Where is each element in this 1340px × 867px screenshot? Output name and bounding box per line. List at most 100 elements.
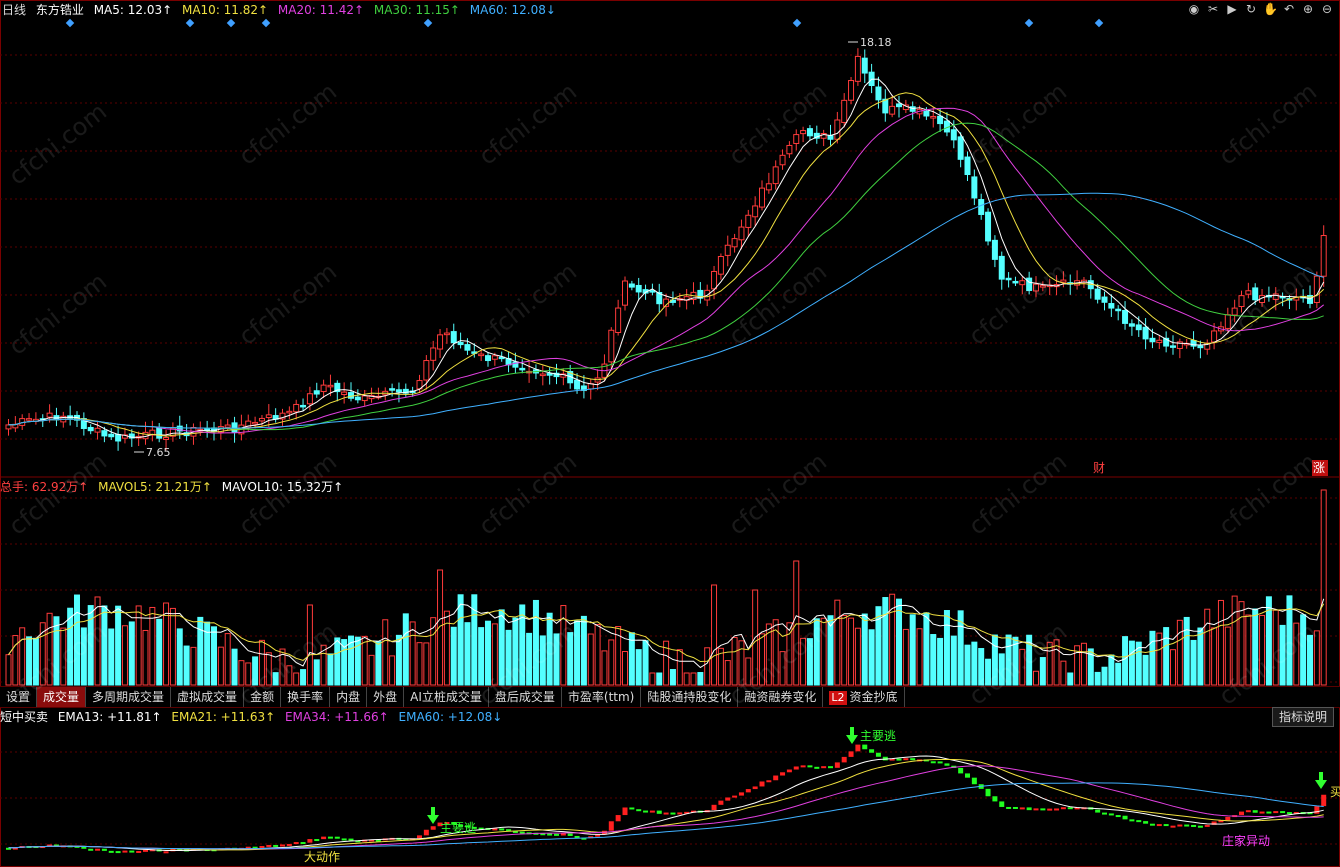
event-marker	[226, 18, 236, 28]
volume-bar	[416, 642, 423, 686]
indicator-bar	[615, 815, 621, 822]
tab-outer[interactable]: 外盘	[367, 687, 405, 707]
indicator-bar	[143, 849, 148, 852]
indicator-label: 主要逃	[860, 729, 896, 743]
candle	[293, 403, 300, 413]
candle	[163, 437, 170, 441]
indicator-bar	[937, 761, 943, 764]
volume-bar	[1197, 627, 1204, 686]
volume-bar	[217, 646, 224, 686]
indicator-bar	[766, 780, 772, 783]
volume-bar	[642, 640, 649, 686]
volume-bar	[183, 645, 190, 686]
volume-bar	[526, 632, 533, 686]
indicator-bar	[430, 826, 436, 830]
indicator-bar	[1184, 824, 1190, 827]
tab-margin-change[interactable]: 融资融券变化	[738, 687, 824, 707]
volume-bar	[32, 637, 39, 686]
candle	[313, 390, 320, 395]
indicator-label: 庄家异动	[1222, 833, 1270, 848]
tab-turnover[interactable]: 换手率	[281, 687, 331, 707]
candle	[896, 103, 902, 108]
candle	[5, 424, 12, 430]
candle	[574, 379, 581, 390]
indicator-bar	[821, 766, 827, 769]
volume-bar	[930, 634, 937, 686]
volume-bar	[1005, 634, 1012, 686]
high-price-label: 18.18	[860, 36, 892, 49]
volume-bar	[53, 616, 60, 686]
indicator-bar	[1191, 824, 1197, 827]
indicator-header: 短中买卖 EMA13: +11.81↑ EMA21: +11.63↑ EMA34…	[0, 708, 508, 726]
indicator-bar	[1019, 807, 1025, 810]
candle	[1231, 307, 1238, 316]
indicator-bar	[677, 812, 683, 815]
candle	[115, 433, 122, 442]
indicator-label: 大动作	[304, 850, 340, 864]
indicator-bar	[1129, 819, 1135, 822]
volume-bar	[464, 622, 471, 686]
chart-canvas[interactable]: 18.187.65财 涨主要逃主要逃大动作庄家异动买	[0, 0, 1340, 867]
indicator-bar	[992, 796, 998, 802]
tab-fund-bottom[interactable]: L2 资金抄底	[823, 687, 905, 707]
volume-bar	[841, 615, 848, 686]
tab-multi-period-volume[interactable]: 多周期成交量	[86, 687, 172, 707]
event-marker	[261, 18, 271, 28]
tab-northbound-holding[interactable]: 陆股通持股变化	[641, 687, 739, 707]
volume-bar	[601, 650, 608, 686]
indicator-bar	[554, 833, 559, 836]
indicator-bar	[745, 789, 751, 793]
indicator-bar	[663, 812, 669, 815]
tab-pe-ttm[interactable]: 市盈率(ttm)	[562, 687, 642, 707]
tab-inner[interactable]: 内盘	[330, 687, 368, 707]
candle	[101, 430, 108, 437]
volume-bar	[1170, 649, 1176, 686]
volume-bar	[361, 635, 368, 686]
volume-bar	[1039, 657, 1046, 686]
volume-bar	[1019, 648, 1026, 686]
indicator-bar	[1273, 811, 1279, 814]
volume-bar	[834, 599, 841, 686]
volume-bar	[87, 605, 94, 686]
volume-bar	[46, 612, 53, 686]
candle	[628, 283, 635, 288]
tab-amount[interactable]: 金额	[244, 687, 282, 707]
indicator-bar	[896, 758, 902, 761]
indicator-bar	[595, 834, 601, 837]
candle	[430, 347, 437, 361]
candle	[889, 105, 896, 115]
tab-settings[interactable]: 设置	[0, 687, 38, 707]
volume-bar	[882, 597, 889, 686]
indicator-bar	[1321, 794, 1327, 807]
mavol5-label: MAVOL5: 21.21万↑	[98, 480, 212, 494]
volume-bar	[806, 638, 813, 686]
indicator-bar	[814, 766, 820, 769]
volume-bar	[793, 560, 800, 686]
volume-bar	[1307, 634, 1313, 686]
candle	[793, 134, 800, 144]
volume-bar	[389, 655, 396, 686]
candle	[1252, 287, 1259, 301]
candle	[971, 176, 978, 199]
indicator-bar	[115, 851, 121, 854]
tab-virtual-volume[interactable]: 虚拟成交量	[171, 687, 245, 707]
tab-volume[interactable]: 成交量	[37, 687, 87, 707]
indicator-bar	[286, 843, 292, 846]
tab-ai-volume[interactable]: AI立桩成交量	[404, 687, 489, 707]
candle	[478, 353, 485, 357]
indicator-explain-button[interactable]: 指标说明	[1271, 707, 1334, 727]
volume-bar	[1238, 601, 1245, 686]
indicator-bar	[1115, 815, 1121, 818]
event-marker	[65, 18, 75, 28]
indicator-bar	[300, 842, 306, 845]
volume-bar	[1067, 672, 1074, 686]
candle	[491, 355, 498, 360]
tab-after-hours-volume[interactable]: 盘后成交量	[489, 687, 562, 707]
volume-bar	[909, 614, 916, 686]
event-marker	[185, 18, 195, 28]
candle	[354, 396, 361, 401]
volume-bar	[443, 610, 450, 686]
low-price-label: 7.65	[146, 446, 171, 459]
volume-bar	[546, 612, 553, 686]
indicator-bar	[903, 758, 909, 761]
